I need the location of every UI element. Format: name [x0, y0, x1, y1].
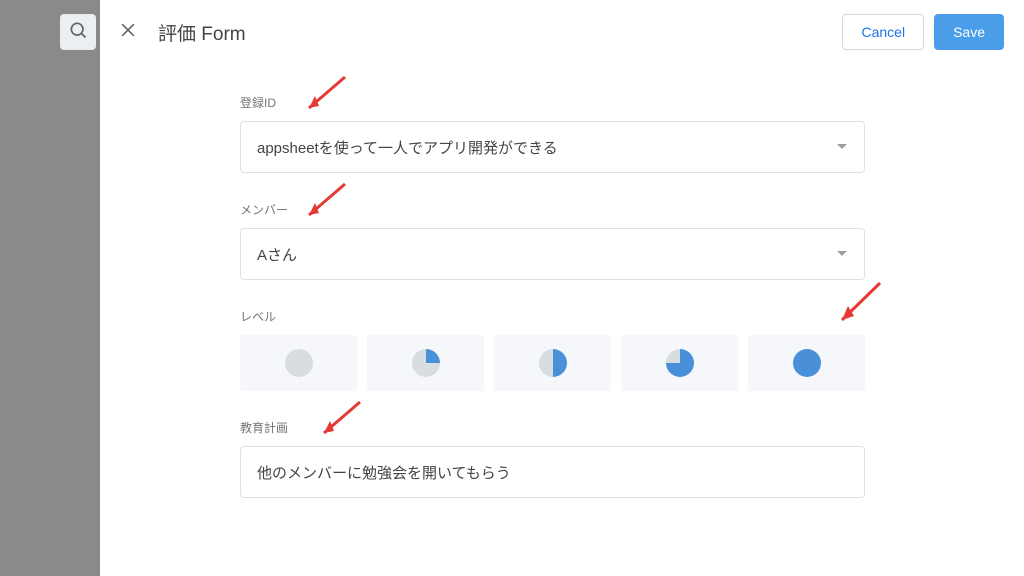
registration-id-select[interactable]: appsheetを使って一人でアプリ開発ができる — [240, 121, 865, 173]
close-icon — [118, 20, 138, 45]
modal-title: 評価 Form — [158, 19, 246, 46]
annotation-arrow — [830, 278, 890, 335]
save-button[interactable]: Save — [934, 14, 1004, 50]
chevron-down-icon — [836, 139, 848, 156]
registration-id-value: appsheetを使って一人でアプリ開発ができる — [257, 137, 558, 158]
member-label: メンバー — [240, 201, 1014, 218]
education-plan-input[interactable] — [240, 446, 865, 498]
level-option-3[interactable] — [621, 335, 738, 391]
education-plan-label: 教育計画 — [240, 419, 1014, 436]
field-education-plan: 教育計画 — [240, 419, 1014, 498]
level-option-0[interactable] — [240, 335, 357, 391]
modal-header: 評価 Form Cancel Save — [100, 0, 1024, 64]
level-option-2[interactable] — [494, 335, 611, 391]
pie-icon-50 — [539, 349, 567, 377]
background-sidebar — [0, 0, 100, 576]
pie-icon-25 — [412, 349, 440, 377]
level-option-4[interactable] — [748, 335, 865, 391]
level-options — [240, 335, 865, 391]
background-search-button — [60, 14, 96, 50]
member-select[interactable]: Aさん — [240, 228, 865, 280]
level-label: レベル — [240, 308, 1014, 325]
field-level: レベル — [240, 308, 1014, 391]
form-modal: 評価 Form Cancel Save 登録ID appsheetを使って一人で… — [100, 0, 1024, 576]
search-icon — [68, 20, 88, 45]
chevron-down-icon — [836, 246, 848, 263]
pie-icon-100 — [793, 349, 821, 377]
pie-icon-0 — [285, 349, 313, 377]
pie-icon-75 — [666, 349, 694, 377]
form-body: 登録ID appsheetを使って一人でアプリ開発ができる メンバー Aさん — [100, 64, 1024, 498]
field-member: メンバー Aさん — [240, 201, 1014, 280]
registration-id-label: 登録ID — [240, 94, 1014, 111]
cancel-button[interactable]: Cancel — [842, 14, 924, 50]
close-button[interactable] — [112, 16, 144, 48]
modal-header-right: Cancel Save — [842, 14, 1004, 50]
member-value: Aさん — [257, 244, 297, 265]
field-registration-id: 登録ID appsheetを使って一人でアプリ開発ができる — [240, 94, 1014, 173]
modal-header-left: 評価 Form — [112, 16, 246, 48]
level-option-1[interactable] — [367, 335, 484, 391]
